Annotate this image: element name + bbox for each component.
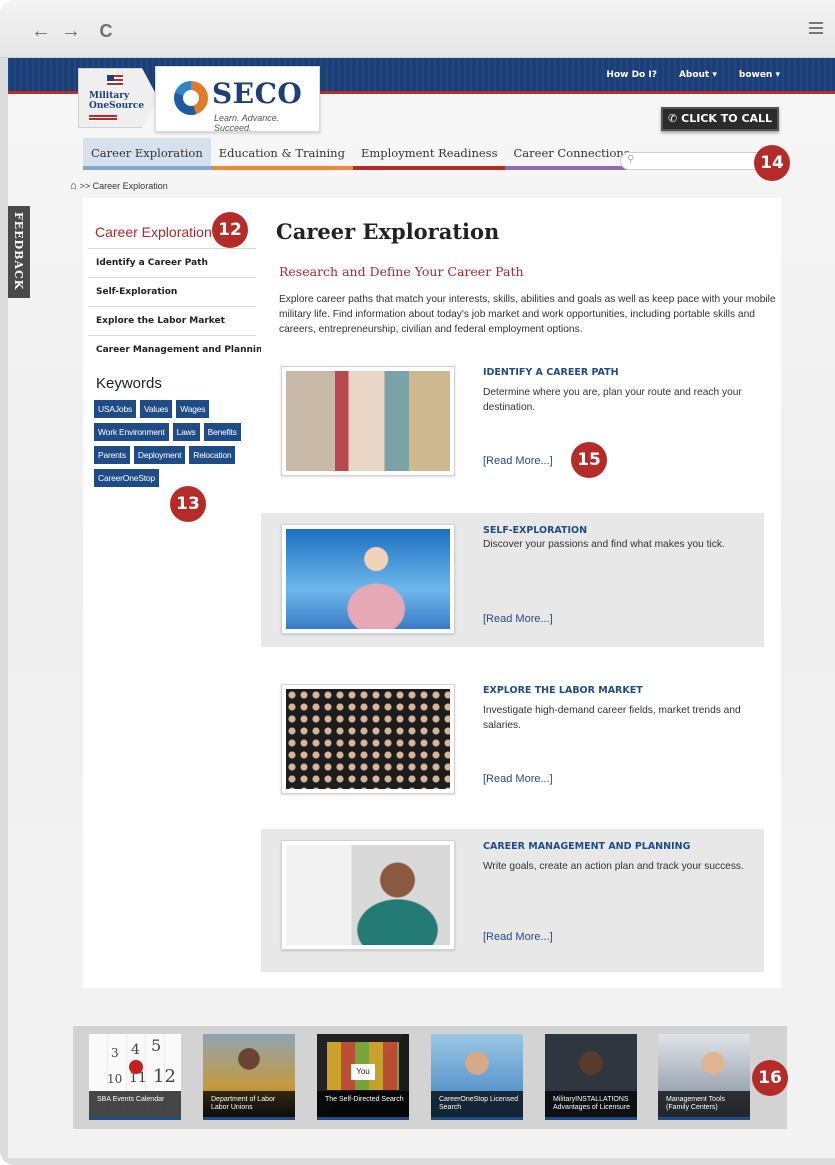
sidebar: Career Exploration Identify a Career Pat… bbox=[83, 198, 269, 988]
resource-tile[interactable]: CareerOneStop Licensed Search bbox=[431, 1034, 523, 1120]
tab-career-exploration[interactable]: Career Exploration bbox=[83, 138, 211, 170]
mos-logo-line1: Military bbox=[89, 91, 130, 101]
keyword-tag[interactable]: CareerOneStop bbox=[94, 469, 159, 487]
resource-tile-label: Department of Labor Labor Unions bbox=[203, 1091, 295, 1117]
read-more-link[interactable]: [Read More...] bbox=[483, 455, 553, 467]
sidebar-list: Identify a Career Path Self-Exploration … bbox=[88, 248, 269, 364]
annotation-badge: 15 bbox=[571, 442, 607, 478]
mos-logo-line2: OneSource bbox=[89, 101, 145, 111]
search-input[interactable] bbox=[639, 154, 759, 168]
hamburger-icon[interactable] bbox=[809, 22, 823, 36]
click-to-call-button[interactable]: ✆ CLICK TO CALL bbox=[661, 107, 779, 131]
card-image[interactable] bbox=[281, 366, 455, 476]
read-more-link[interactable]: [Read More...] bbox=[483, 613, 553, 625]
resource-tile-label: SBA Events Calendar bbox=[89, 1091, 181, 1117]
card-heading[interactable]: IDENTIFY A CAREER PATH bbox=[483, 367, 619, 378]
feedback-tab[interactable]: FEEDBACK bbox=[8, 206, 30, 298]
keyword-tag[interactable]: Parents bbox=[94, 446, 130, 464]
keywords-heading: Keywords bbox=[96, 375, 162, 392]
seco-logo-name: SECO bbox=[212, 77, 303, 110]
keyword-tag[interactable]: Work Environment bbox=[94, 423, 169, 441]
home-icon[interactable]: ⌂ bbox=[70, 180, 77, 192]
card-career-management: CAREER MANAGEMENT AND PLANNING Write goa… bbox=[261, 829, 764, 972]
keyword-tag[interactable]: Wages bbox=[176, 400, 210, 418]
resource-tile-label: The Self-Directed Search bbox=[317, 1091, 409, 1117]
page-title: Career Exploration bbox=[276, 219, 500, 244]
card-description: Discover your passions and find what mak… bbox=[483, 539, 725, 550]
back-icon[interactable]: ← bbox=[30, 20, 52, 42]
seco-swirl-icon bbox=[174, 81, 208, 115]
card-image[interactable] bbox=[281, 840, 455, 950]
annotation-badge: 14 bbox=[754, 145, 790, 181]
tab-employment-readiness[interactable]: Employment Readiness bbox=[352, 138, 506, 170]
card-heading[interactable]: CAREER MANAGEMENT AND PLANNING bbox=[483, 841, 690, 852]
resource-tile[interactable]: 3 4 5 10 11 12 SBA Events Calendar bbox=[89, 1034, 181, 1120]
search-box: ⚲ bbox=[620, 152, 770, 170]
resource-tile-label: CareerOneStop Licensed Search bbox=[431, 1091, 523, 1117]
card-image[interactable] bbox=[281, 524, 455, 634]
resource-tile[interactable]: MilitaryINSTALLATIONS Advantages of Lice… bbox=[545, 1034, 637, 1120]
page-subtitle: Research and Define Your Career Path bbox=[279, 264, 524, 279]
keyword-tag[interactable]: Relocation bbox=[189, 446, 236, 464]
tab-career-connections[interactable]: Career Connections bbox=[505, 138, 638, 170]
resource-tile[interactable]: Management Tools (Family Centers) bbox=[658, 1034, 750, 1120]
browser-toolbar: ← → C bbox=[0, 0, 835, 58]
card-description: Determine where you are, plan your route… bbox=[483, 387, 742, 413]
keyword-tags: USAJobs Values Wages Work Environment La… bbox=[94, 400, 254, 487]
pushpin-icon bbox=[129, 1060, 143, 1074]
card-description: Write goals, create an action plan and t… bbox=[483, 861, 744, 872]
page-viewport: How Do I? About ▾ bowen ▾ Military OneSo… bbox=[8, 58, 835, 1158]
card-heading[interactable]: EXPLORE THE LABOR MARKET bbox=[483, 685, 643, 696]
annotation-badge: 13 bbox=[170, 486, 206, 522]
card-explore-labor-market: EXPLORE THE LABOR MARKET Investigate hig… bbox=[261, 673, 764, 807]
user-menu[interactable]: bowen ▾ bbox=[739, 70, 780, 80]
keyword-tag[interactable]: Deployment bbox=[133, 446, 186, 464]
reload-icon[interactable]: C bbox=[95, 20, 117, 42]
resource-tile-label: MilitaryINSTALLATIONS Advantages of Lice… bbox=[545, 1091, 637, 1117]
read-more-link[interactable]: [Read More...] bbox=[483, 773, 553, 785]
forward-icon[interactable]: → bbox=[60, 20, 82, 42]
breadcrumb-current: >> Career Exploration bbox=[79, 181, 168, 191]
card-image[interactable] bbox=[281, 684, 455, 794]
browser-window: ← → C How Do I? About ▾ bowen ▾ Military… bbox=[0, 0, 835, 1165]
keyword-tag[interactable]: Values bbox=[140, 400, 173, 418]
phone-icon: ✆ bbox=[667, 112, 678, 125]
page-intro: Explore career paths that match your int… bbox=[279, 294, 776, 335]
keyword-tag[interactable]: Laws bbox=[172, 423, 200, 441]
military-onesource-logo[interactable]: Military OneSource bbox=[78, 68, 158, 128]
feedback-label: FEEDBACK bbox=[12, 212, 25, 291]
resource-tile-label: Management Tools (Family Centers) bbox=[658, 1091, 750, 1117]
card-identify-career-path: IDENTIFY A CAREER PATH Determine where y… bbox=[261, 355, 764, 489]
keyword-tag[interactable]: Benefits bbox=[203, 423, 241, 441]
click-to-call-label: CLICK TO CALL bbox=[681, 112, 773, 125]
card-description: Investigate high-demand career fields, m… bbox=[483, 705, 741, 731]
sidebar-item-self-exploration[interactable]: Self-Exploration bbox=[88, 277, 256, 306]
card-heading[interactable]: SELF-EXPLORATION bbox=[483, 525, 587, 536]
resource-tile[interactable]: You The Self-Directed Search bbox=[317, 1034, 409, 1120]
resource-tile[interactable]: Department of Labor Labor Unions bbox=[203, 1034, 295, 1120]
sidebar-item-identify-career-path[interactable]: Identify a Career Path bbox=[88, 248, 256, 277]
read-more-link[interactable]: [Read More...] bbox=[483, 931, 553, 943]
breadcrumb: ⌂ >> Career Exploration bbox=[70, 180, 168, 192]
about-menu[interactable]: About ▾ bbox=[679, 70, 717, 80]
card-self-exploration: SELF-EXPLORATION Discover your passions … bbox=[261, 513, 764, 647]
keyword-tag[interactable]: USAJobs bbox=[94, 400, 137, 418]
search-icon: ⚲ bbox=[627, 154, 635, 165]
main-nav: Career Exploration Education & Training … bbox=[83, 138, 638, 170]
sidebar-item-career-management[interactable]: Career Management and Planning bbox=[88, 335, 269, 364]
how-do-i-link[interactable]: How Do I? bbox=[606, 70, 657, 80]
resource-strip: 3 4 5 10 11 12 SBA Events Calendar Depar… bbox=[73, 1026, 787, 1129]
sidebar-title[interactable]: Career Exploration bbox=[95, 224, 212, 240]
seco-tagline: Learn. Advance. Succeed. bbox=[214, 113, 280, 133]
sidebar-item-explore-labor-market[interactable]: Explore the Labor Market bbox=[88, 306, 256, 335]
seco-logo[interactable]: SECO Learn. Advance. Succeed. bbox=[155, 66, 320, 133]
flag-icon bbox=[107, 75, 123, 87]
main-content: Career Exploration Research and Define Y… bbox=[261, 198, 781, 988]
annotation-badge: 16 bbox=[752, 1060, 788, 1096]
annotation-badge: 12 bbox=[212, 212, 248, 248]
top-nav: How Do I? About ▾ bowen ▾ bbox=[606, 70, 780, 80]
tab-education-training[interactable]: Education & Training bbox=[210, 138, 353, 170]
